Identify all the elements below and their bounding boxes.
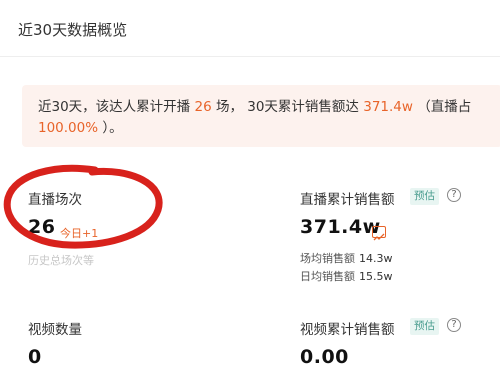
live-sales-value: 371.4w: [300, 216, 381, 238]
estimate-badge: 预估: [410, 188, 439, 205]
notice-text-part: （直播占: [412, 99, 472, 115]
live-sessions-label: 直播场次: [28, 192, 82, 208]
live-sessions-delta: 今日+1: [60, 227, 99, 240]
avg-day-sales-label: 日均销售额: [300, 270, 355, 283]
estimate-badge: 预估: [410, 318, 439, 335]
live-sales-label: 直播累计销售额: [300, 192, 395, 208]
avg-session-sales-value: 14.3w: [359, 252, 393, 265]
live-sessions-value: 26: [28, 216, 56, 238]
header-divider: [0, 56, 500, 57]
video-count-label: 视频数量: [28, 322, 82, 338]
notice-text-part: 近30天，该达人累计开播: [38, 99, 195, 115]
live-share-highlight: 100.00%: [38, 120, 99, 136]
help-circle-icon[interactable]: ?: [447, 188, 461, 202]
summary-notice: 近30天，该达人累计开播 26 场， 30天累计销售额达 371.4w （直播占…: [22, 85, 500, 147]
trend-line: [373, 233, 385, 241]
avg-day-sales-row: 日均销售额 15.5w: [300, 268, 393, 284]
avg-session-sales-row: 场均销售额 14.3w: [300, 250, 393, 266]
page-title: 近30天数据概览: [18, 21, 128, 39]
video-sales-value: 0.00: [300, 346, 349, 368]
sales-highlight: 371.4w: [363, 99, 413, 115]
video-sales-label: 视频累计销售额: [300, 322, 395, 338]
notice-text-part: 场， 30天累计销售额达: [211, 99, 364, 115]
help-circle-icon[interactable]: ?: [447, 318, 461, 332]
notice-text-part: ）。: [98, 120, 123, 136]
summary-text: 近30天，该达人累计开播 26 场， 30天累计销售额达 371.4w （直播占…: [38, 97, 493, 139]
avg-session-sales-label: 场均销售额: [300, 252, 355, 265]
avg-day-sales-value: 15.5w: [359, 270, 393, 283]
sessions-highlight: 26: [194, 99, 212, 115]
video-count-value: 0: [28, 346, 42, 368]
trend-chart-icon[interactable]: [372, 226, 386, 241]
faded-subtext: 历史总场次等: [28, 254, 94, 267]
